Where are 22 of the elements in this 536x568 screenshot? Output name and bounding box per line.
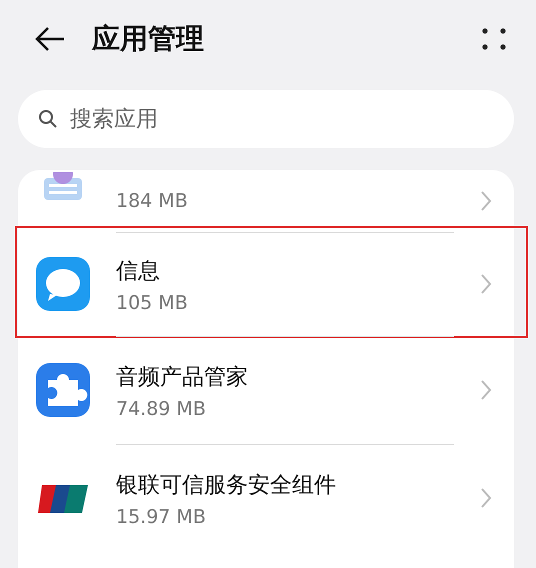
chevron-icon xyxy=(480,487,492,509)
search-icon xyxy=(38,109,58,129)
app-name: 音频产品管家 xyxy=(116,364,249,392)
search-field[interactable]: 搜索应用 xyxy=(18,90,514,148)
chat-bubble-icon xyxy=(36,257,90,311)
more-icon[interactable] xyxy=(482,28,506,50)
app-size: 74.89 MB xyxy=(116,398,207,420)
chevron-icon xyxy=(480,273,492,295)
app-row[interactable]: 银联可信服务安全组件 15.97 MB xyxy=(18,444,514,552)
chevron-icon xyxy=(480,190,492,212)
app-name: 银联可信服务安全组件 xyxy=(116,472,337,500)
back-icon[interactable] xyxy=(34,25,66,53)
app-size: 184 MB xyxy=(116,190,189,212)
app-row[interactable]: 信息 105 MB xyxy=(18,232,514,336)
app-name: 信息 xyxy=(116,258,161,286)
chevron-icon xyxy=(480,379,492,401)
app-size: 105 MB xyxy=(116,292,189,314)
app-row[interactable]: 184 MB xyxy=(18,170,514,232)
puzzle-icon xyxy=(36,363,90,417)
app-row[interactable]: 音频产品管家 74.89 MB xyxy=(18,336,514,444)
page-title: 应用管理 xyxy=(92,21,205,57)
app-size: 15.97 MB xyxy=(116,506,207,528)
